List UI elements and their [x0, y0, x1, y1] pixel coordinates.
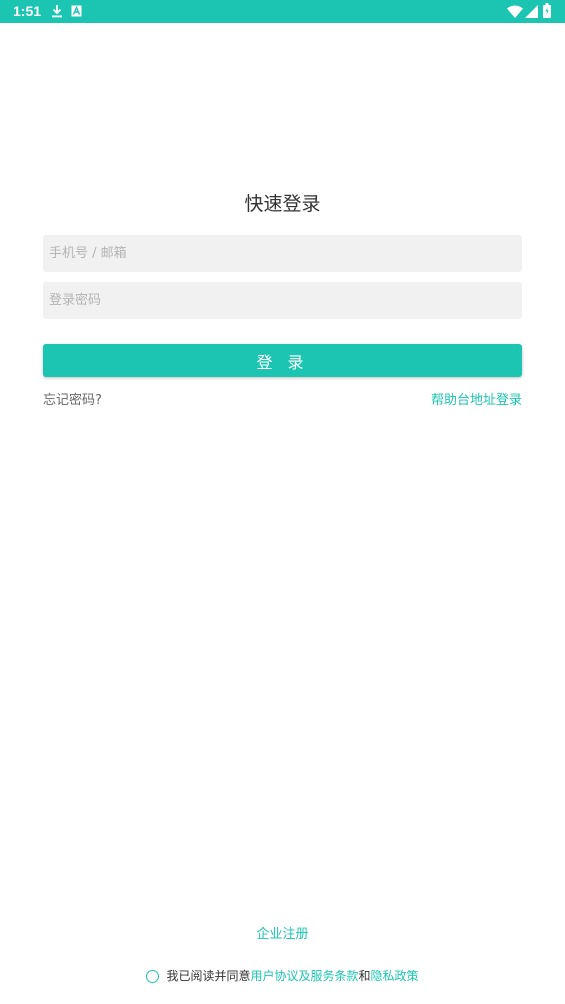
status-bar: 1:51: [0, 0, 565, 23]
agreement-row: 我已阅读并同意 用户协议及服务条款和隐私政策: [0, 967, 565, 985]
privacy-link[interactable]: 隐私政策: [371, 967, 419, 985]
terms-link[interactable]: 用户协议及服务条款: [250, 967, 358, 985]
status-time: 1:51: [13, 3, 42, 19]
wifi-icon: [507, 5, 523, 18]
account-input[interactable]: [43, 235, 522, 272]
download-icon: [52, 5, 62, 18]
agreement-prefix: 我已阅读并同意: [166, 969, 251, 983]
login-button[interactable]: 登 录: [43, 344, 522, 377]
enterprise-register-link[interactable]: 企业注册: [256, 927, 308, 942]
agreement-checkbox[interactable]: [146, 969, 160, 983]
password-input[interactable]: [43, 282, 522, 319]
font-a-icon: [71, 5, 82, 17]
register-section: 企业注册: [0, 926, 565, 944]
forgot-password-link[interactable]: 忘记密码?: [43, 392, 102, 410]
agreement-and: 和: [358, 969, 371, 983]
page-title: 快速登录: [244, 193, 321, 215]
battery-icon: [543, 3, 551, 18]
signal-icon: [525, 5, 538, 18]
help-desk-login-link[interactable]: 帮助台地址登录: [431, 392, 522, 410]
